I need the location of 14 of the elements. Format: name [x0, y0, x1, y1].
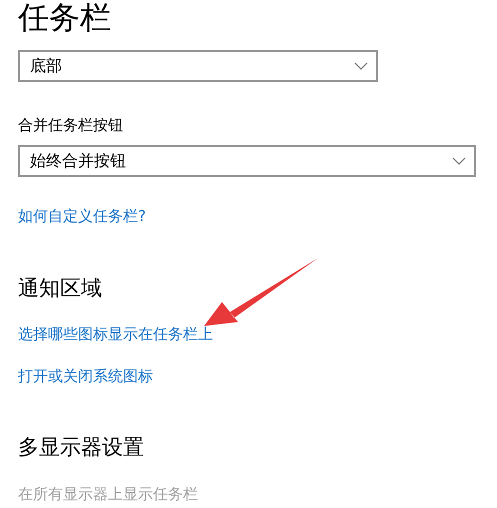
chevron-down-icon [452, 156, 466, 164]
settings-link[interactable]: 打开或关闭系统图标 [18, 365, 153, 388]
section-heading: 通知区域 [18, 275, 102, 302]
chevron-down-icon [354, 62, 368, 70]
settings-link[interactable]: 选择哪些图标显示在任务栏上 [18, 322, 213, 345]
field-label: 合并任务栏按钮 [18, 115, 123, 136]
page-title: 任务栏 [18, 0, 111, 36]
setting-label: 在所有显示器上显示任务栏 [18, 484, 198, 505]
help-link[interactable]: 如何自定义任务栏? [18, 204, 146, 227]
section-heading: 多显示器设置 [18, 434, 144, 460]
dropdown[interactable]: 始终合并按钮 [18, 144, 476, 176]
dropdown[interactable]: 底部 [18, 50, 378, 82]
dropdown-value: 始终合并按钮 [30, 150, 126, 172]
dropdown-value: 底部 [30, 55, 62, 77]
